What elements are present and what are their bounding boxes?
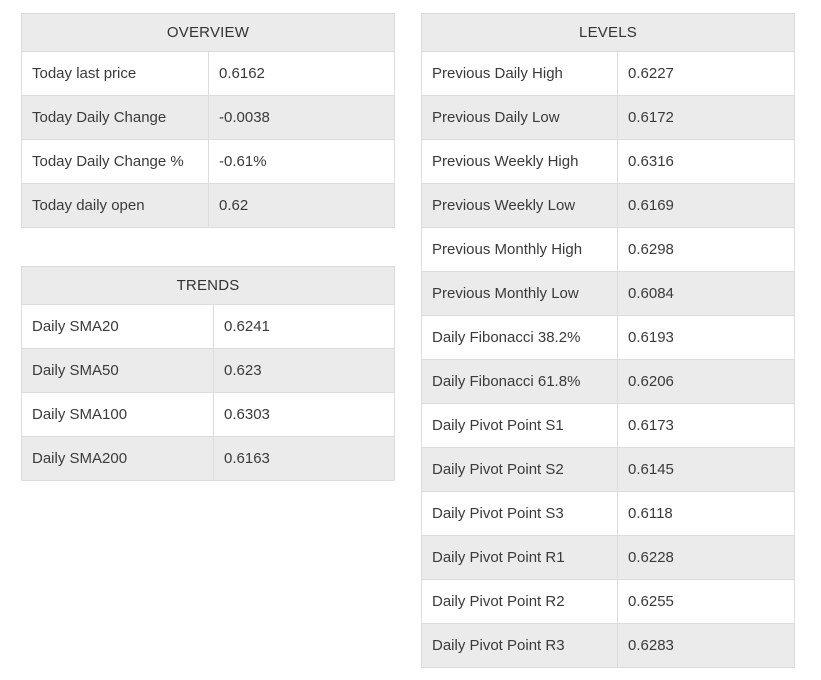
row-label: Daily Pivot Point S3 <box>421 491 618 536</box>
table-row: Today Daily Change % -0.61% <box>21 139 395 184</box>
row-label: Previous Daily Low <box>421 95 618 140</box>
row-label: Previous Monthly Low <box>421 271 618 316</box>
levels-table: LEVELS Previous Daily High 0.6227 Previo… <box>421 13 795 668</box>
row-value: 0.6193 <box>617 315 795 360</box>
table-row: Daily Pivot Point S3 0.6118 <box>421 491 795 536</box>
row-label: Daily Pivot Point R3 <box>421 623 618 668</box>
row-label: Today last price <box>21 51 209 96</box>
row-label: Daily SMA20 <box>21 304 214 349</box>
table-row: Daily SMA20 0.6241 <box>21 304 395 349</box>
row-label: Previous Weekly High <box>421 139 618 184</box>
table-row: Daily SMA100 0.6303 <box>21 392 395 437</box>
row-label: Daily SMA100 <box>21 392 214 437</box>
row-label: Daily SMA200 <box>21 436 214 481</box>
row-value: 0.6163 <box>213 436 395 481</box>
row-value: 0.6228 <box>617 535 795 580</box>
row-label: Today Daily Change <box>21 95 209 140</box>
row-value: 0.6145 <box>617 447 795 492</box>
row-value: 0.6241 <box>213 304 395 349</box>
row-value: 0.6227 <box>617 51 795 96</box>
row-label: Daily SMA50 <box>21 348 214 393</box>
row-label: Today Daily Change % <box>21 139 209 184</box>
table-row: Previous Weekly High 0.6316 <box>421 139 795 184</box>
row-value: 0.6169 <box>617 183 795 228</box>
row-value: 0.6206 <box>617 359 795 404</box>
overview-table: OVERVIEW Today last price 0.6162 Today D… <box>21 13 395 228</box>
row-label: Previous Monthly High <box>421 227 618 272</box>
row-value: 0.6162 <box>208 51 395 96</box>
row-value: 0.6255 <box>617 579 795 624</box>
row-label: Previous Daily High <box>421 51 618 96</box>
overview-header-row: OVERVIEW <box>21 13 395 52</box>
table-row: Daily Pivot Point S1 0.6173 <box>421 403 795 448</box>
table-row: Daily Pivot Point R2 0.6255 <box>421 579 795 624</box>
table-row: Previous Weekly Low 0.6169 <box>421 183 795 228</box>
row-value: -0.61% <box>208 139 395 184</box>
row-value: 0.62 <box>208 183 395 228</box>
row-value: 0.623 <box>213 348 395 393</box>
table-row: Daily Pivot Point S2 0.6145 <box>421 447 795 492</box>
row-value: 0.6298 <box>617 227 795 272</box>
row-value: 0.6283 <box>617 623 795 668</box>
overview-title: OVERVIEW <box>21 13 395 52</box>
table-row: Previous Daily High 0.6227 <box>421 51 795 96</box>
table-row: Previous Monthly High 0.6298 <box>421 227 795 272</box>
table-row: Today last price 0.6162 <box>21 51 395 96</box>
trends-header-row: TRENDS <box>21 266 395 305</box>
row-label: Daily Pivot Point R1 <box>421 535 618 580</box>
row-label: Daily Pivot Point S1 <box>421 403 618 448</box>
trends-title: TRENDS <box>21 266 395 305</box>
row-label: Previous Weekly Low <box>421 183 618 228</box>
table-row: Daily Fibonacci 61.8% 0.6206 <box>421 359 795 404</box>
levels-title: LEVELS <box>421 13 795 52</box>
row-value: 0.6172 <box>617 95 795 140</box>
row-value: 0.6084 <box>617 271 795 316</box>
row-label: Today daily open <box>21 183 209 228</box>
row-value: 0.6118 <box>617 491 795 536</box>
row-label: Daily Pivot Point S2 <box>421 447 618 492</box>
table-row: Daily Pivot Point R1 0.6228 <box>421 535 795 580</box>
row-label: Daily Pivot Point R2 <box>421 579 618 624</box>
row-value: 0.6303 <box>213 392 395 437</box>
row-label: Daily Fibonacci 61.8% <box>421 359 618 404</box>
table-row: Daily Pivot Point R3 0.6283 <box>421 623 795 668</box>
table-row: Previous Monthly Low 0.6084 <box>421 271 795 316</box>
table-row: Today daily open 0.62 <box>21 183 395 228</box>
table-row: Today Daily Change -0.0038 <box>21 95 395 140</box>
table-row: Daily SMA50 0.623 <box>21 348 395 393</box>
trends-table: TRENDS Daily SMA20 0.6241 Daily SMA50 0.… <box>21 266 395 481</box>
row-value: 0.6316 <box>617 139 795 184</box>
row-label: Daily Fibonacci 38.2% <box>421 315 618 360</box>
row-value: -0.0038 <box>208 95 395 140</box>
levels-header-row: LEVELS <box>421 13 795 52</box>
table-row: Daily Fibonacci 38.2% 0.6193 <box>421 315 795 360</box>
row-value: 0.6173 <box>617 403 795 448</box>
table-row: Previous Daily Low 0.6172 <box>421 95 795 140</box>
table-row: Daily SMA200 0.6163 <box>21 436 395 481</box>
